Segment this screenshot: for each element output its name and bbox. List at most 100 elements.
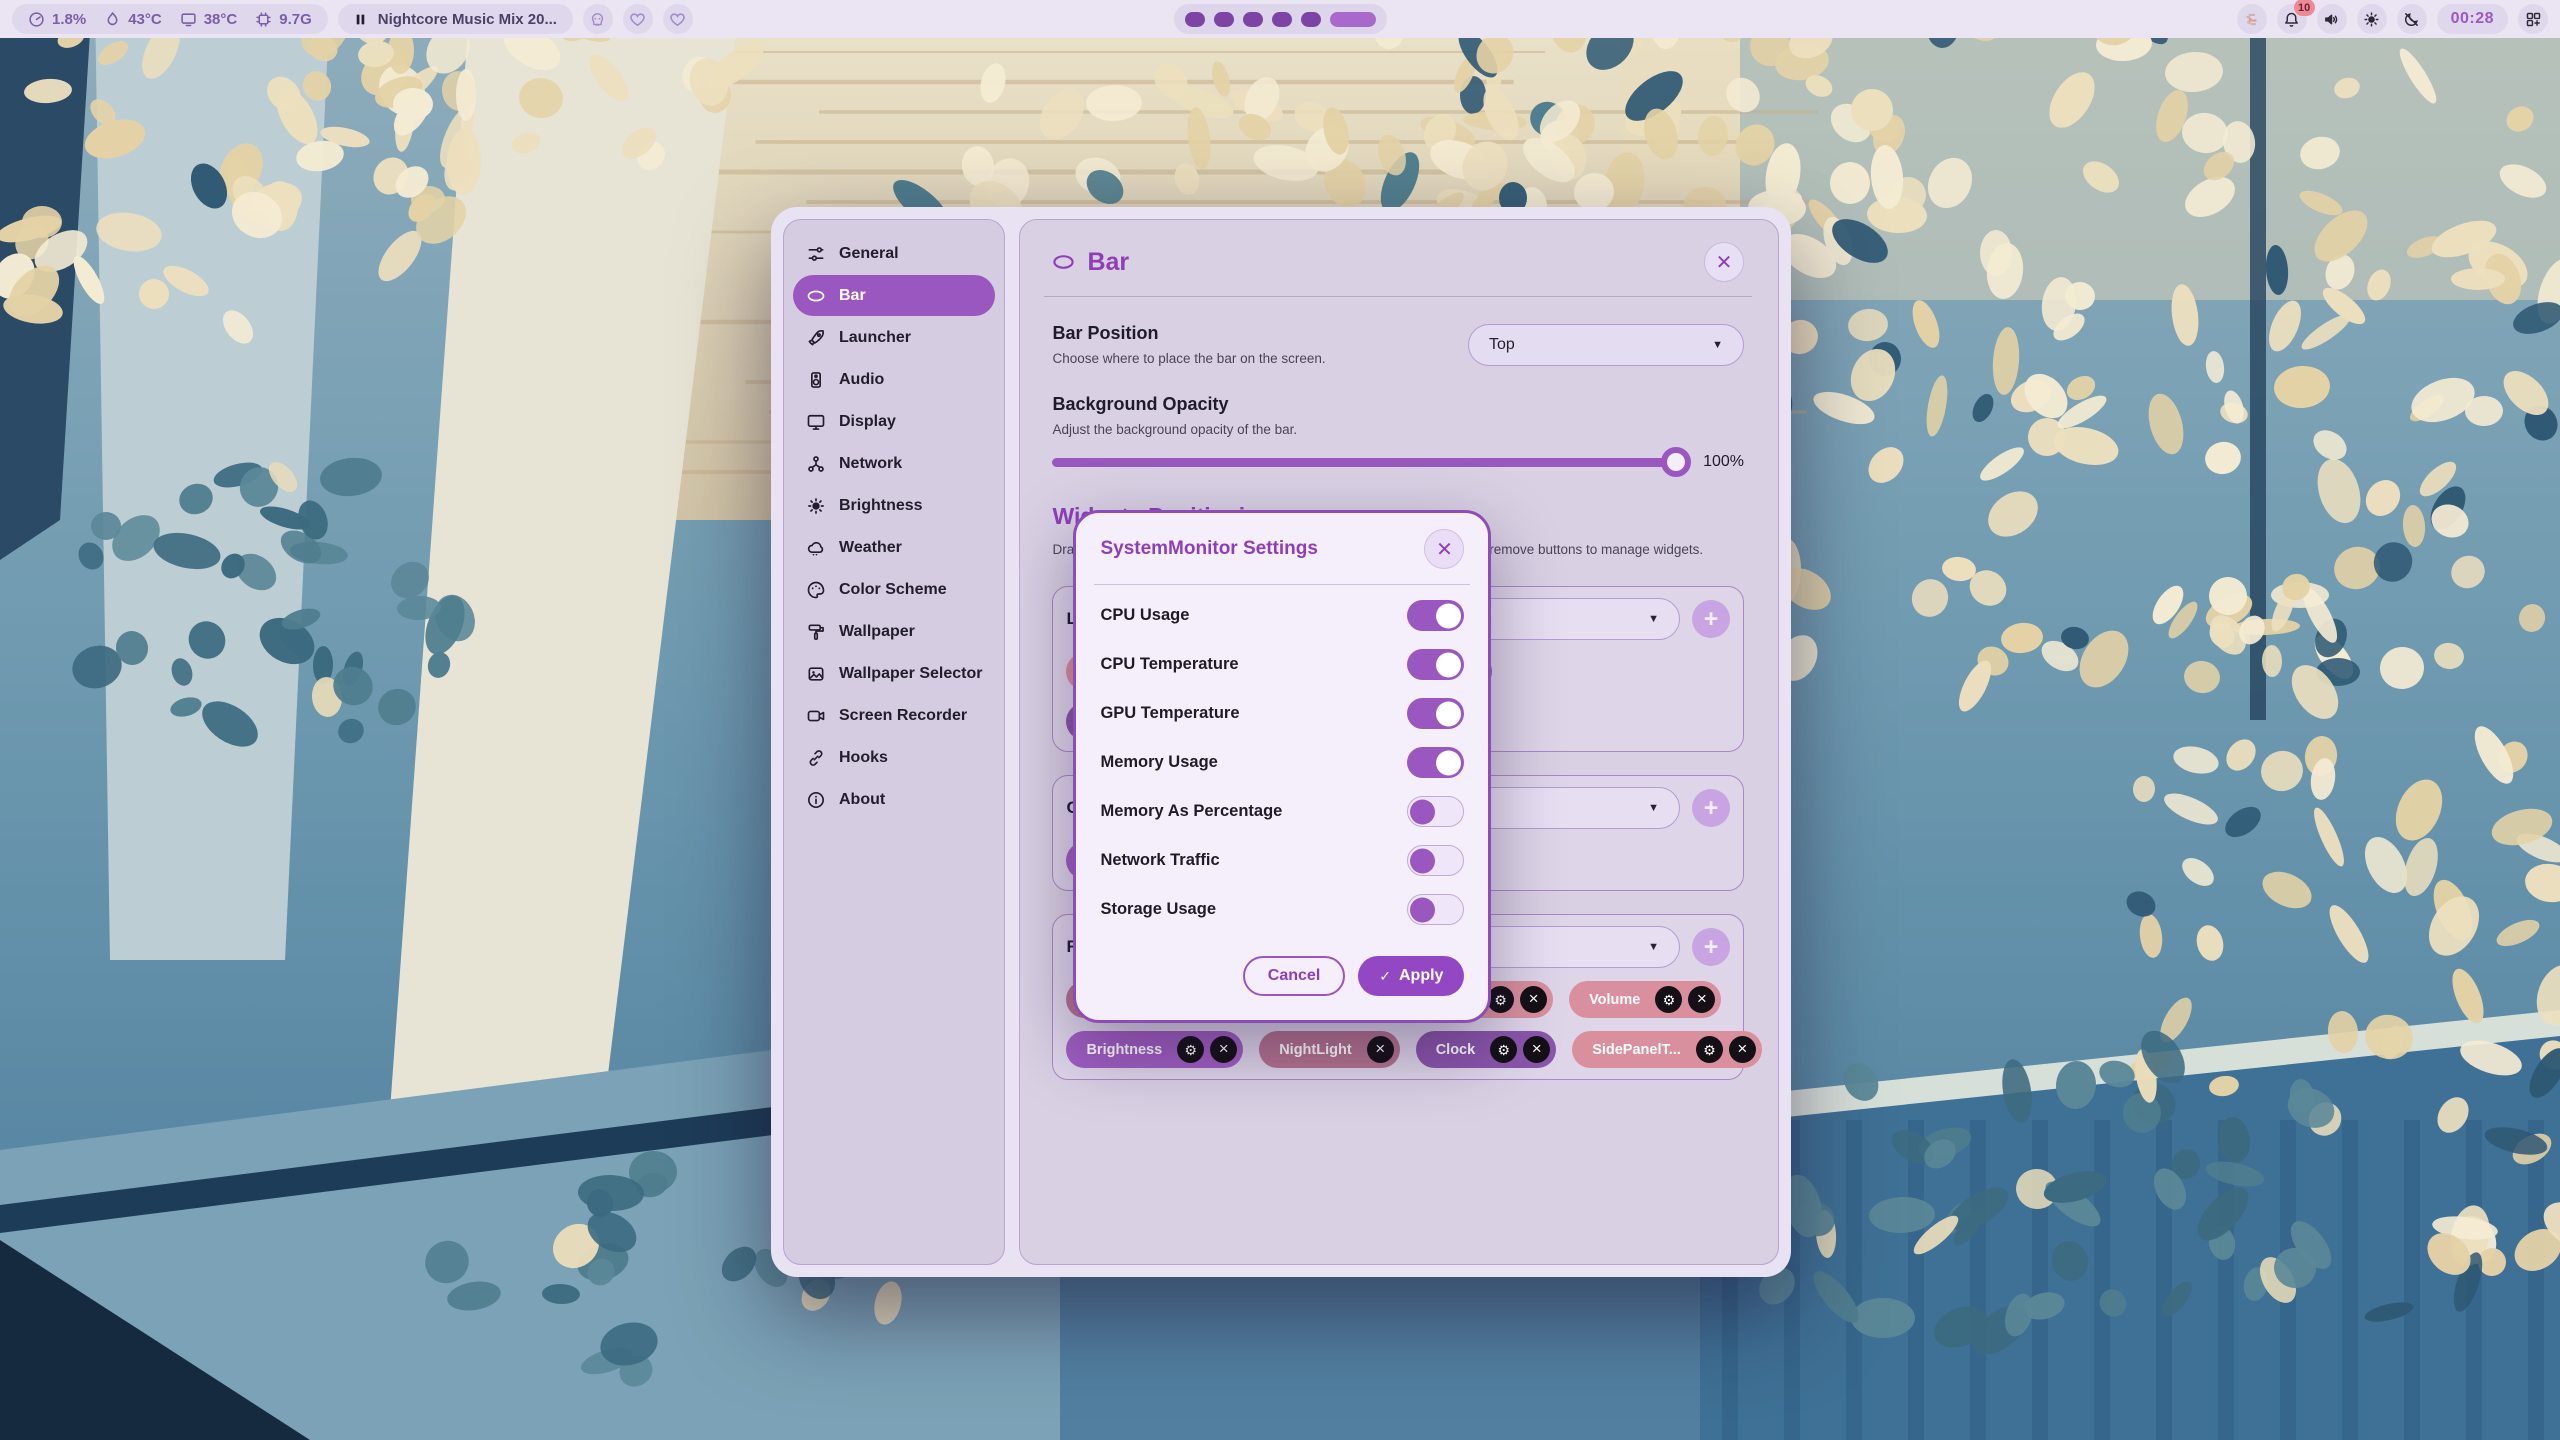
- background-opacity-slider-row: 100%: [1052, 453, 1744, 471]
- chip-row: Brightness⚙×NightLight×Clock⚙×SidePanelT…: [1066, 1031, 1730, 1068]
- remove-widget-button[interactable]: ×: [1210, 1036, 1237, 1063]
- media-title: Nightcore Music Mix 20...: [378, 11, 557, 28]
- add-widget-button[interactable]: +: [1692, 928, 1730, 966]
- toggle-label: Storage Usage: [1100, 900, 1216, 919]
- add-widget-button[interactable]: +: [1692, 789, 1730, 827]
- network-traffic-toggle[interactable]: [1407, 845, 1464, 876]
- chevron-down-icon: ▼: [1712, 339, 1723, 351]
- sidebar-item-general[interactable]: General: [793, 233, 995, 274]
- gpu-temp-value: 38°C: [204, 11, 238, 28]
- gear-icon: ⚙: [1184, 1043, 1197, 1057]
- sidebar-item-wallpaper-selector[interactable]: Wallpaper Selector: [793, 653, 995, 694]
- gauge-icon: [28, 11, 45, 28]
- bar-position-select[interactable]: Top ▼: [1468, 324, 1744, 366]
- apply-button[interactable]: ✓ Apply: [1358, 956, 1464, 996]
- sidebar-item-about[interactable]: About: [793, 779, 995, 820]
- updates-button[interactable]: [2237, 4, 2267, 34]
- sidebar-item-audio[interactable]: Audio: [793, 359, 995, 400]
- workspace-dot-active[interactable]: [1330, 12, 1376, 27]
- sidebar-item-wallpaper[interactable]: Wallpaper: [793, 611, 995, 652]
- toggle-knob: [1410, 848, 1435, 873]
- remove-widget-button[interactable]: ×: [1523, 1036, 1550, 1063]
- brightness-button[interactable]: [2357, 4, 2387, 34]
- settings-close-button[interactable]: ✕: [1704, 242, 1744, 282]
- speaker-icon: [806, 370, 826, 390]
- widget-chip-sidepanelt[interactable]: SidePanelT...⚙×: [1572, 1031, 1762, 1068]
- chip-icon: [255, 11, 272, 28]
- media-player-pill[interactable]: Nightcore Music Mix 20...: [338, 4, 573, 34]
- widget-chip-volume[interactable]: Volume ⚙ ×: [1569, 981, 1721, 1018]
- settings-main-panel: Bar ✕ Bar Position Choose where to place…: [1019, 219, 1779, 1265]
- close-icon: ×: [1375, 1040, 1385, 1057]
- toggle-knob: [1436, 750, 1461, 775]
- sidebar-item-network[interactable]: Network: [793, 443, 995, 484]
- opacity-slider[interactable]: [1052, 458, 1685, 467]
- topbar-right: 10 00:28: [1387, 4, 2549, 34]
- storage-usage-toggle[interactable]: [1407, 894, 1464, 925]
- network-icon: [806, 454, 826, 474]
- workspace-dot[interactable]: [1185, 12, 1205, 27]
- notifications-button[interactable]: 10: [2277, 4, 2307, 34]
- cpu-usage-toggle[interactable]: [1407, 600, 1464, 631]
- widget-chip-brightness[interactable]: Brightness⚙×: [1066, 1031, 1243, 1068]
- sidebar-item-launcher[interactable]: Launcher: [793, 317, 995, 358]
- remove-widget-button[interactable]: ×: [1688, 986, 1715, 1013]
- workspace-dot[interactable]: [1301, 12, 1321, 27]
- clock[interactable]: 00:28: [2437, 4, 2508, 34]
- bar-position-value: Top: [1489, 336, 1515, 354]
- memory-as-percentage-toggle[interactable]: [1407, 796, 1464, 827]
- add-widget-button[interactable]: +: [1692, 600, 1730, 638]
- heart-button-2[interactable]: [663, 4, 693, 34]
- remove-widget-button[interactable]: ×: [1520, 986, 1547, 1013]
- widget-settings-button[interactable]: ⚙: [1655, 986, 1682, 1013]
- sidebar-item-label: Audio: [839, 371, 884, 389]
- volume-button[interactable]: [2317, 4, 2347, 34]
- workspace-dot[interactable]: [1272, 12, 1292, 27]
- toggle-row-gpu-temperature: GPU Temperature: [1100, 689, 1464, 738]
- widget-settings-button[interactable]: ⚙: [1490, 1036, 1517, 1063]
- widget-settings-button[interactable]: ⚙: [1177, 1036, 1204, 1063]
- gear-icon: ⚙: [1703, 1043, 1716, 1057]
- sidebar-item-bar[interactable]: Bar: [793, 275, 995, 316]
- top-bar: 1.8% 43°C 38°C 9.7G Nightcore Music Mix …: [0, 0, 2560, 38]
- widget-chip-clock[interactable]: Clock ⚙ ×: [1416, 1031, 1557, 1068]
- memory-usage-toggle[interactable]: [1407, 747, 1464, 778]
- heart-button-1[interactable]: [623, 4, 653, 34]
- cpu-temperature-toggle[interactable]: [1407, 649, 1464, 680]
- sidebar-item-label: Launcher: [839, 329, 911, 347]
- header-divider: [1044, 296, 1752, 297]
- close-icon: ×: [1697, 990, 1707, 1007]
- widget-settings-button[interactable]: ⚙: [1696, 1036, 1723, 1063]
- toggle-label: Memory Usage: [1100, 753, 1217, 772]
- remove-widget-button[interactable]: ×: [1729, 1036, 1756, 1063]
- sidebar-item-hooks[interactable]: Hooks: [793, 737, 995, 778]
- widget-chip-nightlight[interactable]: NightLight×: [1259, 1031, 1399, 1068]
- sidebar-item-brightness[interactable]: Brightness: [793, 485, 995, 526]
- gpu-temperature-toggle[interactable]: [1407, 698, 1464, 729]
- close-icon: ×: [1737, 1040, 1747, 1057]
- sidebar-item-label: Weather: [839, 539, 902, 557]
- toggle-row-memory-usage: Memory Usage: [1100, 738, 1464, 787]
- workspace-indicator: [1174, 4, 1387, 34]
- chevron-down-icon: ▼: [1648, 613, 1659, 625]
- widget-chip-label: Volume: [1589, 992, 1649, 1008]
- close-icon: ×: [1532, 1040, 1542, 1057]
- widget-chip-label: Clock: [1436, 1042, 1485, 1058]
- rocket-icon: [806, 328, 826, 348]
- skull-button[interactable]: [583, 4, 613, 34]
- toggle-knob: [1410, 799, 1435, 824]
- cancel-button[interactable]: Cancel: [1243, 956, 1345, 996]
- dashboard-button[interactable]: [2518, 4, 2548, 34]
- remove-widget-button[interactable]: ×: [1367, 1036, 1394, 1063]
- opacity-slider-handle[interactable]: [1661, 447, 1691, 477]
- sidebar-item-screen-recorder[interactable]: Screen Recorder: [793, 695, 995, 736]
- sidebar-item-display[interactable]: Display: [793, 401, 995, 442]
- modal-close-button[interactable]: ✕: [1424, 529, 1464, 569]
- sidebar-item-weather[interactable]: Weather: [793, 527, 995, 568]
- workspace-dot[interactable]: [1214, 12, 1234, 27]
- sidebar-item-color-scheme[interactable]: Color Scheme: [793, 569, 995, 610]
- widget-settings-button[interactable]: ⚙: [1487, 986, 1514, 1013]
- workspace-dot[interactable]: [1243, 12, 1263, 27]
- toggle-knob: [1410, 897, 1435, 922]
- night-light-button[interactable]: [2397, 4, 2427, 34]
